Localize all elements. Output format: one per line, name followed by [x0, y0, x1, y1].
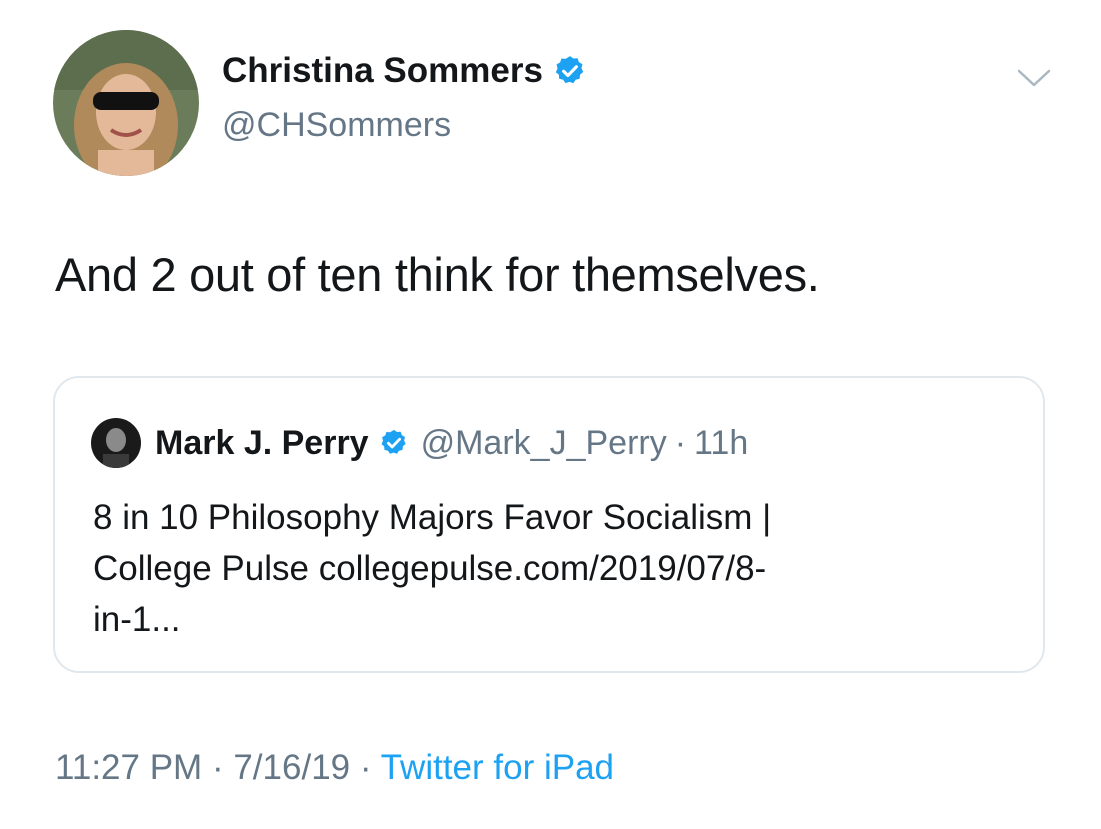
chevron-down-icon[interactable] — [1016, 66, 1052, 90]
tweet-text: And 2 out of ten think for themselves. — [55, 248, 820, 301]
author-handle[interactable]: @CHSommers — [222, 106, 451, 145]
verified-badge-icon — [381, 429, 406, 454]
timestamp-date[interactable]: 7/16/19 — [233, 748, 350, 787]
quoted-text-line: College Pulse collegepulse.com/2019/07/8… — [93, 549, 767, 588]
author-name: Christina Sommers — [222, 51, 543, 90]
quoted-tweet-time: 11h — [694, 423, 749, 462]
tweet-footer: 11:27 PM · 7/16/19 · Twitter for iPad — [55, 748, 614, 788]
source-link[interactable]: Twitter for iPad — [381, 748, 614, 787]
timestamp-time[interactable]: 11:27 PM — [55, 748, 202, 787]
quoted-text-line: in-1... — [93, 600, 181, 639]
quoted-author-name: Mark J. Perry — [155, 423, 369, 462]
author-avatar[interactable] — [53, 30, 199, 176]
author-name-row[interactable]: Christina Sommers — [222, 51, 587, 91]
separator: · — [359, 748, 372, 787]
quoted-tweet-card[interactable]: Mark J. Perry @Mark_J_Perry · 11h 8 in 1… — [53, 376, 1045, 673]
separator: · — [211, 748, 224, 787]
quoted-author-avatar — [91, 418, 141, 468]
quoted-author-handle: @Mark_J_Perry — [420, 423, 667, 462]
quoted-text-line: 8 in 10 Philosophy Majors Favor Socialis… — [93, 498, 772, 537]
quoted-tweet-header: Mark J. Perry @Mark_J_Perry · 11h — [91, 418, 748, 468]
quoted-tweet-text: 8 in 10 Philosophy Majors Favor Socialis… — [93, 492, 993, 645]
verified-badge-icon — [555, 56, 584, 84]
separator: · — [674, 423, 687, 462]
